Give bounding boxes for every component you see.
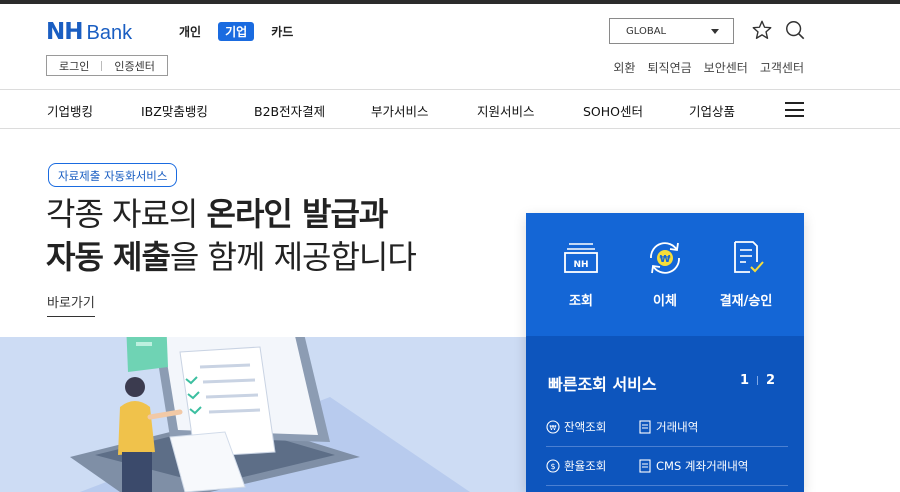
tab-card[interactable]: 카드 [264, 22, 300, 41]
nh-bank-logo[interactable]: NH Bank [46, 19, 132, 45]
auth-box: 로그인 인증센터 [46, 55, 168, 76]
hero-line2-bold: 자동 제출 [46, 238, 171, 276]
nav-item-addon[interactable]: 부가서비스 [371, 101, 429, 120]
quick-item-exchange[interactable]: $ 환율조회 [546, 458, 606, 474]
svg-text:NH: NH [573, 260, 588, 270]
util-link-forex[interactable]: 외환 [613, 59, 635, 76]
star-icon[interactable] [751, 19, 773, 41]
utility-links: 외환 퇴직연금 보안센터 고객센터 [613, 59, 804, 76]
hamburger-menu-icon[interactable] [785, 102, 804, 117]
service-approval-label: 결재/승인 [719, 294, 773, 309]
quick-item-cms-label: CMS 계좌거래내역 [656, 459, 749, 473]
approval-icon [734, 241, 764, 273]
quick-item-cms[interactable]: CMS 계좌거래내역 [638, 458, 748, 474]
logo-bank: Bank [86, 22, 133, 44]
quick-row-2: $ 환율조회 CMS 계좌거래내역 [546, 448, 788, 486]
svg-text:₩: ₩ [550, 424, 557, 432]
quick-item-exchange-label: 환율조회 [564, 459, 607, 473]
quick-row-1: ₩ 잔액조회 거래내역 [546, 409, 788, 447]
transfer-icon: ₩ [650, 242, 680, 274]
inquiry-icon: NH [564, 243, 598, 273]
nav-item-ibz[interactable]: IBZ맞춤뱅킹 [141, 101, 208, 120]
util-link-customer[interactable]: 고객센터 [760, 59, 804, 76]
quick-item-balance-label: 잔액조회 [564, 420, 607, 434]
service-approval[interactable]: 결재/승인 [714, 238, 778, 309]
login-link[interactable]: 로그인 [47, 58, 101, 74]
service-transfer-label: 이체 [653, 294, 677, 309]
divider [757, 376, 759, 385]
global-select-value: GLOBAL [626, 25, 667, 37]
quick-item-balance[interactable]: ₩ 잔액조회 [546, 419, 606, 435]
hero-illustration [0, 337, 526, 492]
nav-item-corporate-banking[interactable]: 기업뱅킹 [47, 101, 93, 120]
shortcut-link[interactable]: 바로가기 [47, 292, 95, 317]
global-select[interactable]: GLOBAL [609, 18, 734, 44]
panel-top: NH 조회 ₩ 이체 결재/승인 [526, 213, 804, 336]
page-total[interactable]: 2 [766, 373, 775, 388]
hero-badge: 자료제출 자동화서비스 [48, 163, 178, 187]
hero-line1-bold: 온라인 발급과 [206, 195, 389, 233]
cert-center-link[interactable]: 인증센터 [102, 58, 166, 74]
quick-item-history-label: 거래내역 [656, 420, 699, 434]
hero-line2-normal: 을 함께 제공합니다 [169, 238, 417, 276]
top-bar [0, 0, 900, 4]
nav-item-products[interactable]: 기업상품 [689, 101, 735, 120]
won-coin-icon: ₩ [546, 420, 560, 434]
service-inquiry-label: 조회 [569, 294, 593, 309]
hero-title: 각종 자료의 온라인 발급과 자동 제출을 함께 제공합니다 [46, 193, 417, 279]
main-nav: 기업뱅킹 IBZ맞춤뱅킹 B2B전자결제 부가서비스 지원서비스 SOHO센터 … [0, 89, 900, 129]
svg-text:$: $ [550, 462, 555, 471]
tab-personal[interactable]: 개인 [172, 22, 208, 41]
util-link-security[interactable]: 보안센터 [704, 59, 748, 76]
quick-pager: 1 2 [740, 373, 775, 388]
nav-item-support[interactable]: 지원서비스 [477, 101, 535, 120]
tab-business[interactable]: 기업 [218, 22, 255, 41]
segment-tabs: 개인 기업 카드 [172, 22, 300, 41]
page-current[interactable]: 1 [740, 373, 749, 388]
hero-line1-normal: 각종 자료의 [46, 195, 207, 233]
util-link-pension[interactable]: 퇴직연금 [647, 59, 691, 76]
nav-item-b2b[interactable]: B2B전자결제 [254, 101, 325, 120]
document-icon [639, 459, 651, 473]
nav-item-soho[interactable]: SOHO센터 [583, 101, 643, 120]
quick-service-title: 빠른조회 서비스 [548, 375, 657, 394]
quick-item-history[interactable]: 거래내역 [638, 419, 698, 435]
document-icon [639, 420, 651, 434]
search-icon[interactable] [784, 19, 806, 41]
quick-service-panel: NH 조회 ₩ 이체 결재/승인 빠른조회 서비스 1 2 ₩ 잔액조회 거래내… [526, 213, 804, 492]
service-transfer[interactable]: ₩ 이체 [633, 238, 697, 309]
laptop-person-illustration [70, 337, 470, 492]
service-inquiry[interactable]: NH 조회 [549, 238, 613, 309]
logo-nh: NH [46, 19, 83, 45]
svg-text:₩: ₩ [659, 254, 670, 265]
chevron-down-icon [711, 29, 719, 34]
dollar-coin-icon: $ [546, 459, 560, 473]
